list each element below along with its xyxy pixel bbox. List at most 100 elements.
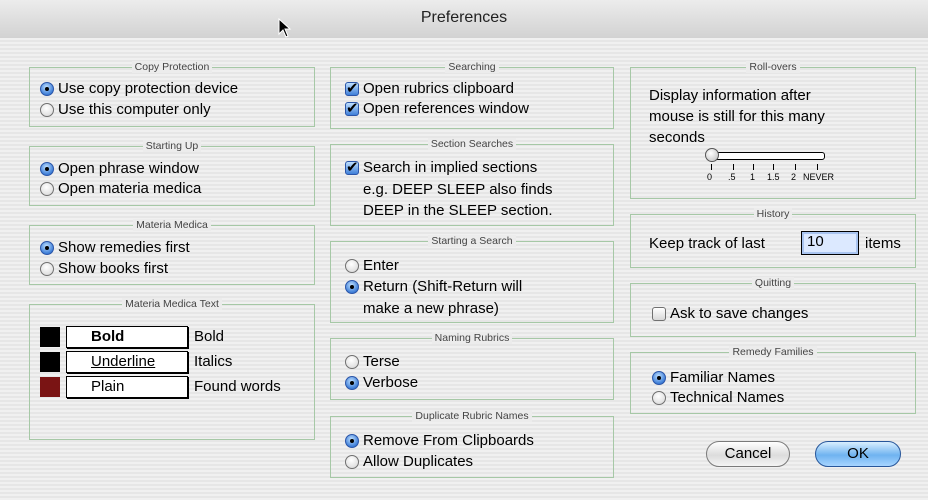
radio-button-icon[interactable] xyxy=(345,455,359,469)
radio-remove-from-clipboards[interactable]: Remove From Clipboards xyxy=(345,431,534,451)
option-label: Remove From Clipboards xyxy=(363,432,534,449)
style-row-bold: Bold Bold xyxy=(40,326,224,348)
duplicate-rubric-names-group: Duplicate Rubric Names Remove From Clipb… xyxy=(330,410,614,478)
radio-button-icon[interactable] xyxy=(652,391,666,405)
style-row-italics: Underline Italics xyxy=(40,351,232,373)
option-label: Familiar Names xyxy=(670,369,776,386)
radio-familiar-names[interactable]: Familiar Names xyxy=(652,368,775,388)
radio-button-icon[interactable] xyxy=(345,259,359,273)
style-field[interactable]: Bold xyxy=(66,326,188,348)
group-legend: Searching xyxy=(445,61,499,73)
starting-up-group: Starting Up Open phrase window Open mate… xyxy=(29,140,315,206)
group-legend: Naming Rubrics xyxy=(431,332,513,344)
radio-show-books-first[interactable]: Show books first xyxy=(40,259,168,279)
radio-button-icon[interactable] xyxy=(345,280,359,294)
radio-button-icon[interactable] xyxy=(345,355,359,369)
color-swatch[interactable] xyxy=(40,352,60,372)
color-swatch[interactable] xyxy=(40,327,60,347)
radio-button-icon[interactable] xyxy=(345,376,359,390)
option-label: Terse xyxy=(363,353,400,370)
rollover-delay-slider[interactable] xyxy=(703,148,825,162)
group-legend: Roll-overs xyxy=(746,61,800,73)
group-legend: History xyxy=(753,208,793,220)
radio-button-icon[interactable] xyxy=(40,82,54,96)
radio-technical-names[interactable]: Technical Names xyxy=(652,388,784,408)
radio-terse[interactable]: Terse xyxy=(345,352,400,372)
checkbox-search-implied-sections[interactable]: Search in implied sections xyxy=(345,158,537,178)
radio-open-phrase-window[interactable]: Open phrase window xyxy=(40,159,199,179)
slider-thumb[interactable] xyxy=(705,148,719,162)
option-label: Open materia medica xyxy=(58,180,202,197)
group-legend: Materia Medica xyxy=(133,219,211,231)
checkbox-open-rubrics-clipboard[interactable]: Open rubrics clipboard xyxy=(345,79,514,99)
group-legend: Quitting xyxy=(751,277,795,289)
radio-use-copy-protection-device[interactable]: Use copy protection device xyxy=(40,79,238,99)
group-legend: Section Searches xyxy=(427,138,517,150)
starting-search-group: Starting a Search Enter Return (Shift-Re… xyxy=(330,235,614,323)
option-label: Verbose xyxy=(363,374,419,391)
radio-verbose[interactable]: Verbose xyxy=(345,373,418,393)
radio-button-icon[interactable] xyxy=(345,434,359,448)
radio-button-icon[interactable] xyxy=(652,371,666,385)
option-label: Use copy protection device xyxy=(58,80,239,97)
history-prefix-label: Keep track of last xyxy=(649,235,765,252)
group-legend: Remedy Families xyxy=(729,346,817,358)
radio-button-icon[interactable] xyxy=(40,262,54,276)
group-legend: Copy Protection xyxy=(131,61,213,73)
checkbox-icon[interactable] xyxy=(345,99,359,119)
radio-use-this-computer-only[interactable]: Use this computer only xyxy=(40,100,211,120)
tick-label: 0 xyxy=(707,172,713,182)
ok-button[interactable]: OK xyxy=(815,441,901,467)
checkbox-ask-to-save-changes[interactable]: Ask to save changes xyxy=(652,304,808,324)
option-label: Technical Names xyxy=(670,389,785,406)
cancel-button[interactable]: Cancel xyxy=(706,441,790,467)
radio-return[interactable]: Return (Shift-Return will xyxy=(345,277,522,297)
style-label: Bold xyxy=(194,328,225,345)
option-label: Search in implied sections xyxy=(363,159,538,176)
naming-rubrics-group: Naming Rubrics Terse Verbose xyxy=(330,332,614,400)
tick-label: 1 xyxy=(750,172,756,182)
group-legend: Starting Up xyxy=(142,140,202,152)
rollovers-text-line1: Display information after xyxy=(649,87,811,104)
group-legend: Duplicate Rubric Names xyxy=(412,410,532,422)
radio-button-icon[interactable] xyxy=(40,162,54,176)
history-group: History Keep track of last 10 items xyxy=(630,208,916,268)
checkbox-icon[interactable] xyxy=(345,79,359,99)
radio-show-remedies-first[interactable]: Show remedies first xyxy=(40,238,190,258)
color-swatch[interactable] xyxy=(40,377,60,397)
checkbox-icon[interactable] xyxy=(345,158,359,178)
option-label: Enter xyxy=(363,257,399,274)
style-label: Italics xyxy=(194,353,233,370)
return-option-continuation: make a new phrase) xyxy=(363,300,499,317)
rollovers-text-line3: seconds xyxy=(649,129,705,146)
checkbox-icon[interactable] xyxy=(652,307,666,321)
style-field[interactable]: Plain xyxy=(66,376,188,398)
quitting-group: Quitting Ask to save changes xyxy=(630,277,916,337)
copy-protection-group: Copy Protection Use copy protection devi… xyxy=(29,61,315,127)
option-label: Open phrase window xyxy=(58,160,199,177)
radio-button-icon[interactable] xyxy=(40,103,54,117)
history-count-input[interactable]: 10 xyxy=(801,231,859,255)
option-label: Return (Shift-Return will xyxy=(363,278,523,295)
radio-button-icon[interactable] xyxy=(40,241,54,255)
option-label: Ask to save changes xyxy=(670,305,809,322)
option-label: Open rubrics clipboard xyxy=(363,80,514,97)
radio-enter[interactable]: Enter xyxy=(345,256,399,276)
radio-allow-duplicates[interactable]: Allow Duplicates xyxy=(345,452,473,472)
tick-label: 2 xyxy=(791,172,797,182)
option-label: Allow Duplicates xyxy=(363,453,474,470)
remedy-families-group: Remedy Families Familiar Names Technical… xyxy=(630,346,916,414)
style-field[interactable]: Underline xyxy=(66,351,188,373)
checkbox-open-references-window[interactable]: Open references window xyxy=(345,99,529,119)
tick-label: .5 xyxy=(728,172,736,182)
history-suffix-label: items xyxy=(865,235,901,252)
materia-medica-text-group: Materia Medica Text Bold Bold Underline … xyxy=(29,298,315,440)
tick-label: NEVER xyxy=(803,172,835,182)
materia-medica-group: Materia Medica Show remedies first Show … xyxy=(29,219,315,285)
style-row-found-words: Plain Found words xyxy=(40,376,281,398)
radio-open-materia-medica[interactable]: Open materia medica xyxy=(40,179,201,199)
radio-button-icon[interactable] xyxy=(40,182,54,196)
option-label: Show books first xyxy=(58,260,169,277)
tick-label: 1.5 xyxy=(767,172,780,182)
group-legend: Starting a Search xyxy=(428,235,516,247)
